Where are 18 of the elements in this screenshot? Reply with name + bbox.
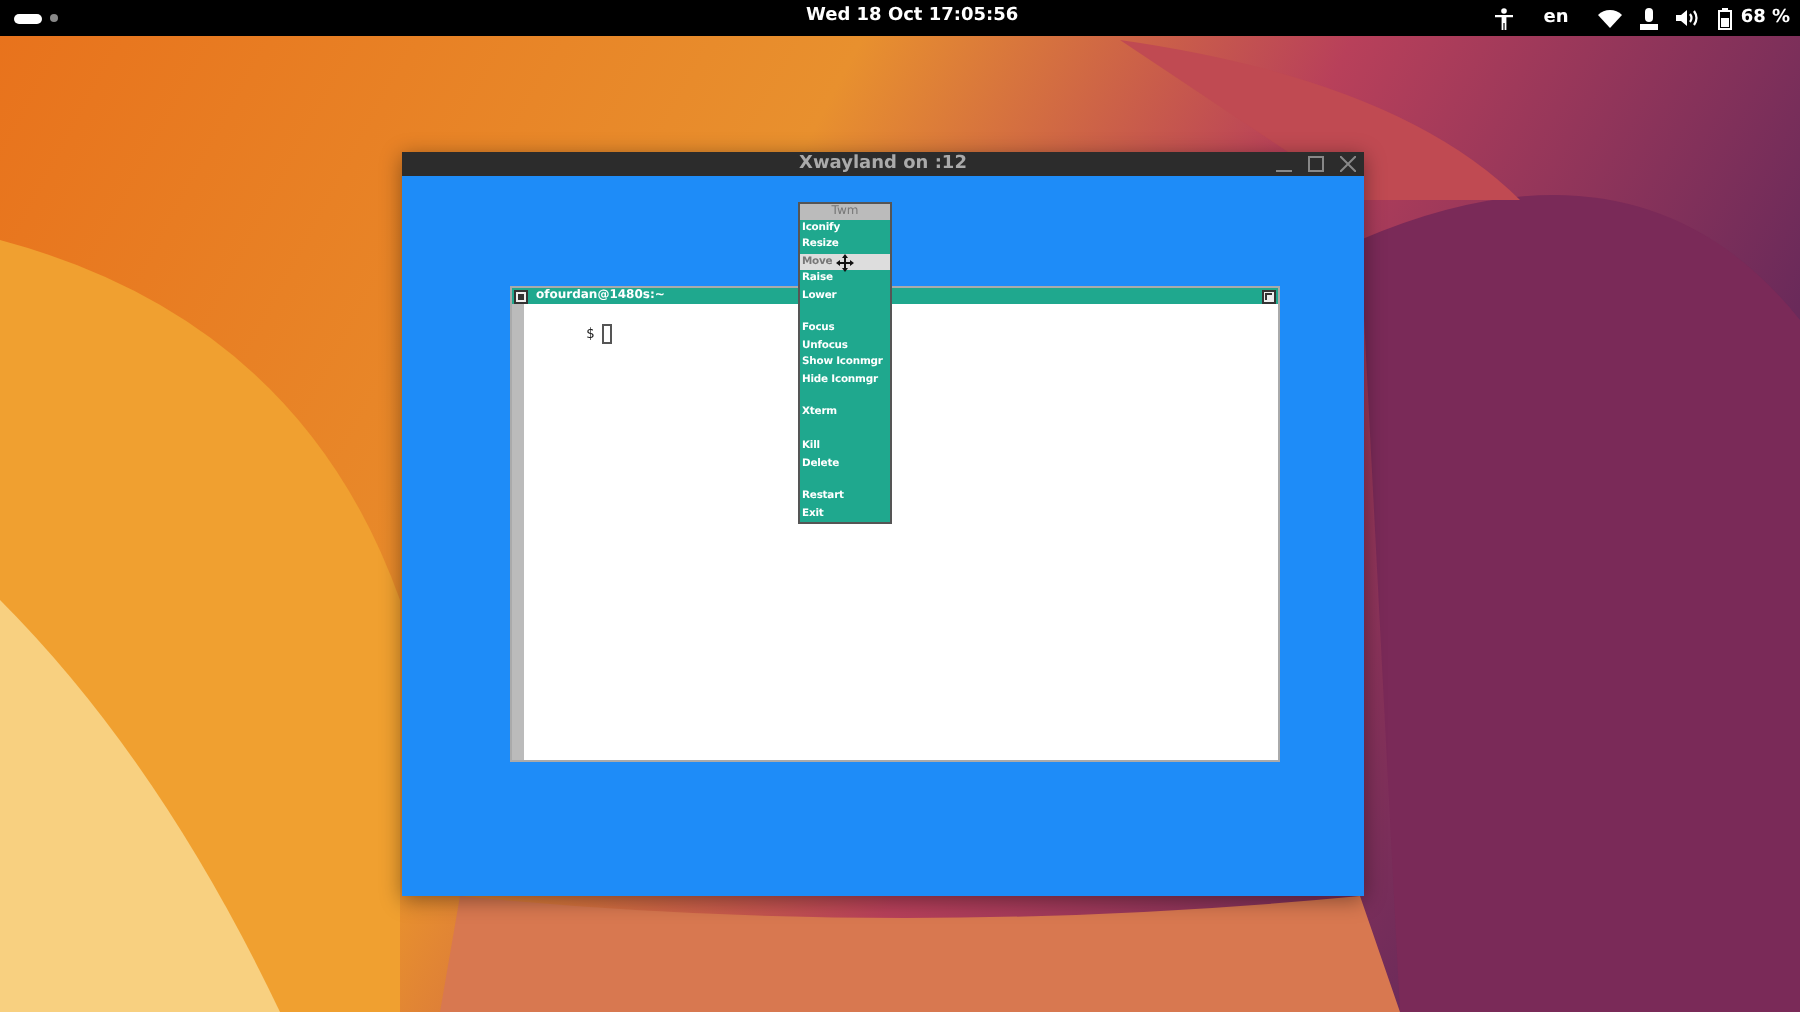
- workspace-indicator[interactable]: [14, 13, 42, 23]
- battery-icon[interactable]: [1718, 7, 1733, 29]
- resize-icon[interactable]: [1262, 289, 1276, 303]
- language-indicator[interactable]: en: [1543, 8, 1569, 28]
- volume-icon[interactable]: [1676, 8, 1701, 28]
- wifi-icon[interactable]: [1598, 8, 1623, 28]
- move-cursor-icon: [836, 253, 854, 272]
- accessibility-icon[interactable]: [1493, 7, 1514, 29]
- maximize-icon[interactable]: [1308, 156, 1324, 172]
- close-icon[interactable]: [1340, 156, 1356, 172]
- window-title: Xwayland on :12: [799, 154, 967, 174]
- iconify-icon[interactable]: [514, 289, 528, 303]
- battery-percentage[interactable]: 68 %: [1740, 8, 1790, 28]
- text-cursor: [602, 324, 613, 344]
- workspace-indicator[interactable]: [50, 14, 58, 22]
- scrollbar[interactable]: [512, 304, 524, 760]
- microphone-icon[interactable]: [1640, 7, 1659, 29]
- clock[interactable]: Wed 18 Oct 17:05:56: [806, 6, 1019, 26]
